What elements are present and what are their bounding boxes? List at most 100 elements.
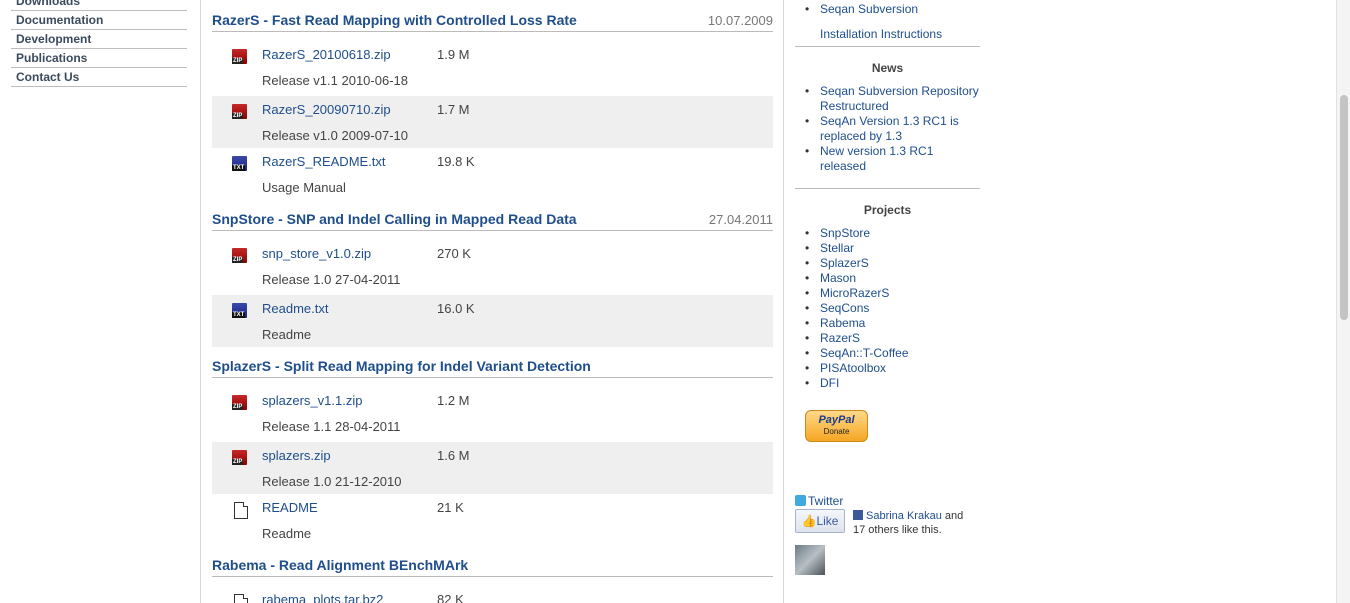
zip-icon: ZIP (232, 49, 247, 64)
file-description: Readme (262, 327, 312, 342)
document-icon (234, 502, 248, 519)
file-link[interactable]: README (262, 500, 318, 515)
project-link[interactable]: SeqAn::T-Coffee (795, 346, 980, 361)
divider (795, 46, 980, 47)
file-row: TXT RazerS_README.txt 19.8 K Usage Manua… (212, 148, 773, 200)
nav-item-contact-us[interactable]: Contact Us (11, 68, 187, 87)
nav-item-downloads[interactable]: Downloads (11, 0, 187, 11)
project-section-snpstore: SnpStore - SNP and Indel Calling in Mapp… (212, 208, 773, 347)
project-link[interactable]: Stellar (795, 241, 980, 256)
news-item[interactable]: Seqan Subversion Repository Restructured (795, 84, 980, 114)
section-date: 10.07.2009 (707, 13, 773, 28)
divider (795, 188, 980, 189)
file-size: 21 K (437, 500, 464, 515)
left-nav: Downloads Documentation Development Publ… (11, 0, 187, 87)
file-link[interactable]: rabema_plots.tar.bz2 (262, 592, 383, 603)
file-size: 1.6 M (437, 448, 470, 463)
paypal-donate-button[interactable]: PayPal Donate (805, 410, 868, 442)
section-title: SnpStore - SNP and Indel Calling in Mapp… (212, 211, 577, 227)
link-seqan-subversion[interactable]: Seqan Subversion (795, 2, 980, 17)
projects-heading: Projects (863, 203, 912, 217)
zip-icon: ZIP (232, 450, 247, 465)
facebook-user-link[interactable]: Sabrina Krakau (866, 510, 942, 522)
twitter-icon (795, 495, 806, 506)
file-description: Readme (262, 526, 312, 541)
file-link[interactable]: RazerS_20100618.zip (262, 47, 391, 62)
project-link[interactable]: SnpStore (795, 226, 980, 241)
facebook-icon (853, 510, 863, 520)
section-title: Rabema - Read Alignment BEnchMArk (212, 557, 469, 573)
file-row: ZIP snp_store_v1.0.zip 270 K Release 1.0… (212, 240, 773, 292)
zip-icon: ZIP (232, 248, 247, 263)
nav-item-documentation[interactable]: Documentation (11, 11, 187, 30)
scrollbar-thumb[interactable] (1340, 95, 1348, 320)
paypal-logo: PayPal (818, 414, 855, 426)
file-description: Release 1.1 28-04-2011 (262, 419, 401, 434)
zip-icon: ZIP (232, 104, 247, 119)
section-header: SplazerS - Split Read Mapping for Indel … (212, 355, 773, 378)
file-description: Release v1.1 2010-06-18 (262, 73, 408, 88)
file-row: ZIP RazerS_20100618.zip 1.9 M Release v1… (212, 41, 773, 93)
section-header: SnpStore - SNP and Indel Calling in Mapp… (212, 208, 773, 231)
section-header: RazerS - Fast Read Mapping with Controll… (212, 9, 773, 32)
thumbs-up-icon: 👍 (801, 514, 817, 528)
file-row: ZIP splazers.zip 1.6 M Release 1.0 21-12… (212, 442, 773, 494)
txt-icon: TXT (232, 156, 247, 171)
file-link[interactable]: RazerS_20090710.zip (262, 102, 391, 117)
facebook-likes-text: Sabrina Krakau and 17 others like this. (853, 509, 975, 537)
vertical-scrollbar[interactable] (1336, 0, 1350, 603)
section-header: Rabema - Read Alignment BEnchMArk (212, 554, 773, 577)
link-installation-instructions[interactable]: Installation Instructions (820, 27, 942, 41)
document-icon (234, 594, 248, 603)
nav-item-development[interactable]: Development (11, 30, 187, 49)
file-size: 19.8 K (437, 154, 475, 169)
project-link[interactable]: SeqCons (795, 301, 980, 316)
file-row: ZIP splazers_v1.1.zip 1.2 M Release 1.1 … (212, 387, 773, 439)
divider (200, 0, 201, 603)
file-description: Release 1.0 21-12-2010 (262, 474, 402, 489)
zip-icon: ZIP (232, 395, 247, 410)
news-item[interactable]: SeqAn Version 1.3 RC1 is replaced by 1.3 (795, 114, 980, 144)
avatar[interactable] (795, 545, 825, 575)
file-description: Usage Manual (262, 180, 346, 195)
file-link[interactable]: Readme.txt (262, 301, 328, 316)
project-section-razers: RazerS - Fast Read Mapping with Controll… (212, 9, 773, 195)
project-section-splazers: SplazerS - Split Read Mapping for Indel … (212, 355, 773, 541)
project-link[interactable]: SplazerS (795, 256, 980, 271)
file-size: 16.0 K (437, 301, 475, 316)
section-title: RazerS - Fast Read Mapping with Controll… (212, 12, 577, 28)
file-link[interactable]: RazerS_README.txt (262, 154, 386, 169)
file-size: 1.2 M (437, 393, 470, 408)
news-heading: News (871, 61, 904, 75)
donate-label: Donate (823, 427, 850, 436)
project-link[interactable]: Rabema (795, 316, 980, 331)
file-size: 82 K (437, 592, 464, 603)
project-link[interactable]: DFI (795, 376, 980, 391)
facebook-like-button[interactable]: 👍Like (795, 509, 845, 533)
twitter-link[interactable]: Twitter (795, 494, 843, 508)
file-link[interactable]: splazers.zip (262, 448, 331, 463)
file-description: Release 1.0 27-04-2011 (262, 272, 401, 287)
divider (783, 0, 784, 603)
news-item[interactable]: New version 1.3 RC1 released (795, 144, 980, 174)
twitter-label: Twitter (808, 494, 844, 508)
project-link[interactable]: Mason (795, 271, 980, 286)
file-link[interactable]: snp_store_v1.0.zip (262, 246, 371, 261)
file-row: ZIP RazerS_20090710.zip 1.7 M Release v1… (212, 96, 773, 148)
file-size: 1.9 M (437, 47, 470, 62)
file-description: Release v1.0 2009-07-10 (262, 128, 408, 143)
section-date: 27.04.2011 (708, 212, 773, 227)
section-title: SplazerS - Split Read Mapping for Indel … (212, 358, 591, 374)
txt-icon: TXT (232, 303, 247, 318)
project-section-rabema: Rabema - Read Alignment BEnchMArk rabema… (212, 554, 773, 603)
project-link[interactable]: PISAtoolbox (795, 361, 980, 376)
projects-list: SnpStore Stellar SplazerS Mason MicroRaz… (795, 226, 980, 391)
project-link[interactable]: RazerS (795, 331, 980, 346)
like-label: Like (816, 514, 839, 528)
file-link[interactable]: splazers_v1.1.zip (262, 393, 362, 408)
file-row: rabema_plots.tar.bz2 82 K (212, 586, 773, 603)
project-link[interactable]: MicroRazerS (795, 286, 980, 301)
nav-item-publications[interactable]: Publications (11, 49, 187, 68)
news-list: Seqan Subversion Repository Restructured… (795, 84, 980, 174)
file-row: README 21 K Readme (212, 494, 773, 546)
